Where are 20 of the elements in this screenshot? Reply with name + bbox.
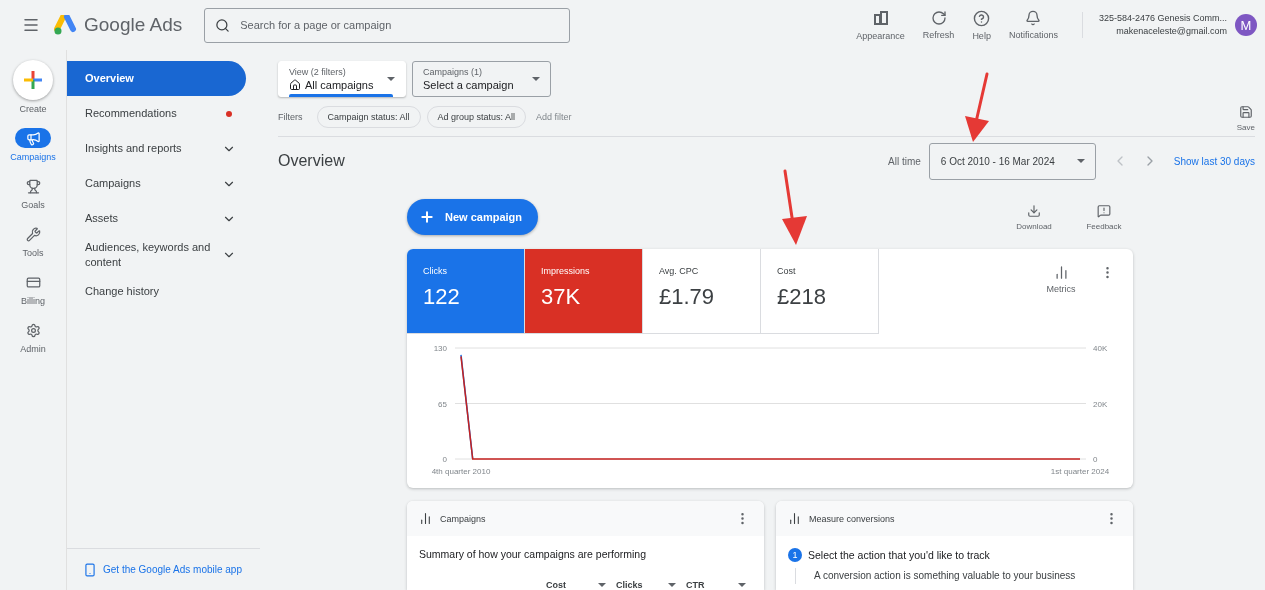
account-name: 325-584-2476 Genesis Comm...: [1098, 12, 1227, 25]
card-title: Measure conversions: [809, 513, 896, 524]
axis-label: 65: [438, 399, 447, 409]
app-name: Google Ads: [84, 14, 183, 36]
axis-label: 4th quarter 2010: [431, 467, 491, 476]
axis-label: 0: [1093, 455, 1098, 464]
axis-label: 40K: [1093, 344, 1108, 353]
range-label: All time: [888, 155, 921, 167]
axis-label: 0: [442, 455, 447, 464]
account-email: makenaceleste@gmail.com: [1116, 25, 1227, 38]
step-description: A conversion action is something valuable to your business: [795, 568, 1121, 584]
axis-label: 1st quarter 2024: [1050, 467, 1110, 476]
step-title: Select the action that you'd like to track: [808, 549, 990, 561]
page-title: Overview: [278, 152, 345, 170]
card-title: Campaigns: [440, 513, 487, 524]
axis-label: 130: [433, 344, 447, 353]
step-number: 1: [788, 548, 802, 562]
axis-label: 20K: [1093, 399, 1108, 409]
card-heading: Summary of how your campaigns are performing: [419, 548, 647, 560]
filters-label: Filters: [278, 112, 303, 122]
